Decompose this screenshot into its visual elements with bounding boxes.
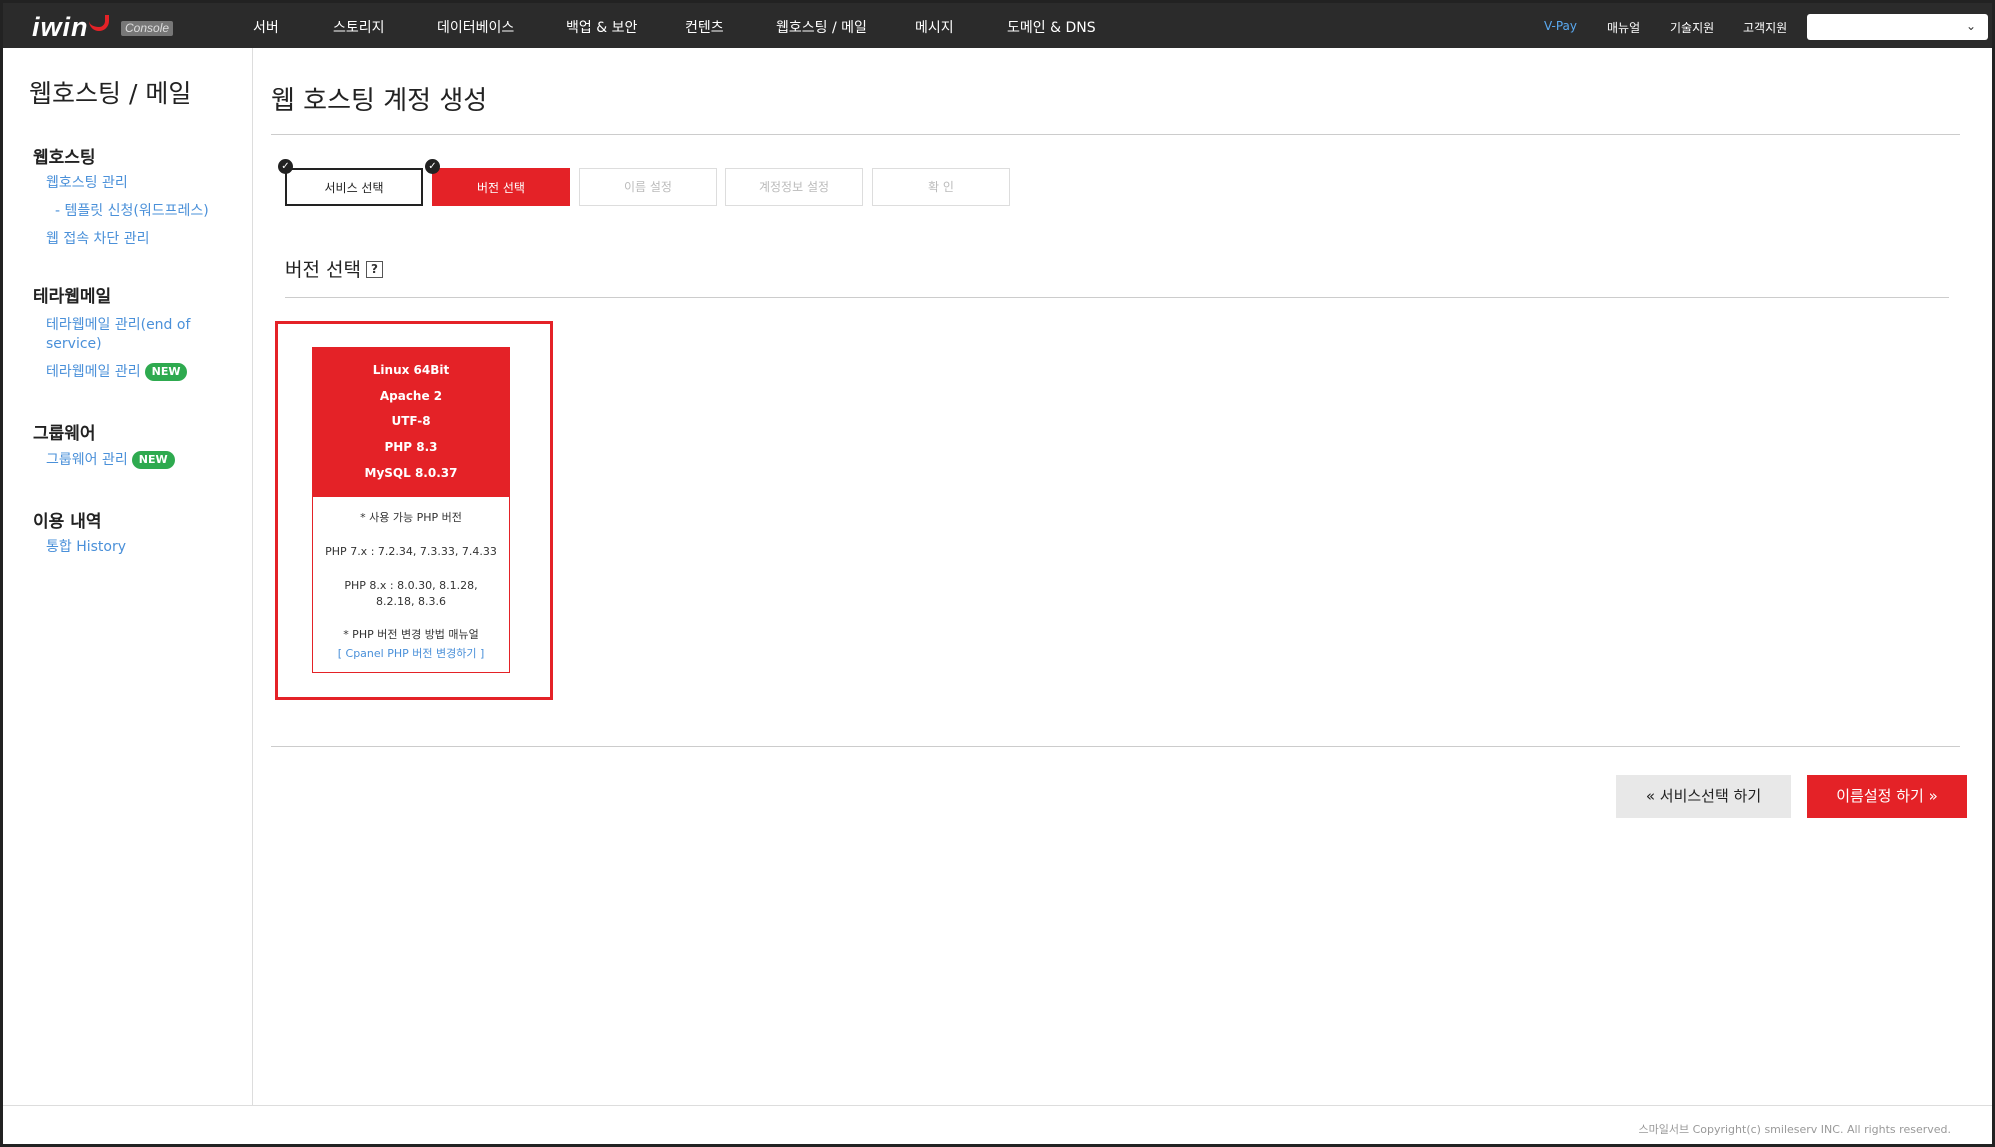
new-badge: NEW [144, 363, 188, 381]
step-confirm: 확 인 [872, 168, 1010, 206]
divider [285, 297, 1949, 298]
sidebar-item-label: 그룹웨어 관리 [46, 452, 128, 468]
available-php-label: * 사용 가능 PHP 버전 [360, 511, 462, 524]
sidebar-item-label: 테라웹메일 관리 [46, 364, 141, 380]
sidebar-heading-terawebmail: 테라웹메일 [33, 287, 112, 307]
sidebar-heading-webhosting: 웹호스팅 [33, 148, 96, 168]
divider [271, 134, 1960, 135]
next-step-button[interactable]: 이름설정 하기 » [1807, 775, 1967, 818]
util-customer-support[interactable]: 고객지원 [1743, 19, 1787, 36]
nav-message[interactable]: 메시지 [915, 17, 954, 37]
php8-versions-cont: 8.2.18, 8.3.6 [376, 595, 446, 608]
sidebar-item-web-access-block[interactable]: 웹 접속 차단 관리 [46, 230, 150, 249]
sidebar-title: 웹호스팅 / 메일 [29, 79, 192, 108]
spec-mysql: MySQL 8.0.37 [364, 466, 458, 480]
sidebar-item-terawebmail-new[interactable]: 테라웹메일 관리 NEW [46, 363, 188, 382]
spec-webserver: Apache 2 [379, 389, 443, 403]
step-service-select[interactable]: 서비스 선택 [285, 168, 423, 206]
sidebar-item-terawebmail-eos[interactable]: 테라웹메일 관리(end of [46, 316, 190, 335]
iwin-logo[interactable]: iwin [32, 12, 89, 43]
nav-server[interactable]: 서버 [253, 17, 279, 37]
sidebar-item-webhosting-manage[interactable]: 웹호스팅 관리 [46, 174, 128, 193]
logo-swoosh-icon [89, 15, 109, 31]
util-vpay[interactable]: V-Pay [1544, 19, 1577, 33]
sidebar-heading-usage: 이용 내역 [33, 512, 102, 532]
sidebar-item-groupware[interactable]: 그룹웨어 관리 NEW [46, 451, 175, 470]
php8-versions: PHP 8.x : 8.0.30, 8.1.28, [344, 579, 478, 592]
chevron-down-icon: ⌄ [1965, 19, 1976, 33]
util-tech-support[interactable]: 기술지원 [1670, 19, 1714, 36]
nav-database[interactable]: 데이터베이스 [437, 17, 514, 37]
card-spec-panel: Linux 64Bit Apache 2 UTF-8 PHP 8.3 MySQL… [313, 348, 509, 497]
help-icon[interactable]: ? [366, 261, 383, 278]
manual-label: * PHP 버전 변경 방법 매뉴얼 [343, 628, 479, 641]
util-manual[interactable]: 매뉴얼 [1607, 19, 1640, 36]
sidebar-item-history[interactable]: 통합 History [46, 538, 126, 557]
nav-domain-dns[interactable]: 도메인 & DNS [1007, 17, 1096, 37]
prev-step-button[interactable]: « 서비스선택 하기 [1616, 775, 1791, 818]
version-option-card[interactable]: Linux 64Bit Apache 2 UTF-8 PHP 8.3 MySQL… [312, 347, 510, 673]
console-badge: Console [121, 21, 174, 36]
php7-versions: PHP 7.x : 7.2.34, 7.3.33, 7.4.33 [325, 545, 497, 558]
top-nav-bar: iwin Console 서버 스토리지 데이터베이스 백업 & 보안 컨텐츠 … [3, 3, 1992, 48]
sidebar-item-template-wordpress[interactable]: - 템플릿 신청(워드프레스) [55, 202, 209, 221]
check-icon: ✓ [278, 159, 293, 174]
spec-php: PHP 8.3 [384, 440, 438, 454]
nav-contents[interactable]: 컨텐츠 [685, 17, 724, 37]
cpanel-php-manual-link[interactable]: [ Cpanel PHP 버전 변경하기 ] [313, 645, 509, 661]
spec-charset: UTF-8 [391, 414, 431, 428]
account-select[interactable]: ⌄ [1807, 14, 1988, 40]
new-badge: NEW [131, 451, 175, 469]
nav-webhosting-mail[interactable]: 웹호스팅 / 메일 [776, 17, 867, 37]
check-icon: ✓ [425, 159, 440, 174]
footer-divider [3, 1105, 1992, 1106]
section-title: 버전 선택 [285, 259, 361, 281]
page-title: 웹 호스팅 계정 생성 [271, 86, 488, 116]
step-name-setting: 이름 설정 [579, 168, 717, 206]
sidebar: 웹호스팅 / 메일 웹호스팅 웹호스팅 관리 - 템플릿 신청(워드프레스) 웹… [3, 48, 253, 1105]
nav-storage[interactable]: 스토리지 [333, 17, 385, 37]
step-version-select[interactable]: 버전 선택 [432, 168, 570, 206]
copyright-text: 스마일서브 Copyright(c) smileserv INC. All ri… [1638, 1123, 1951, 1136]
sidebar-item-terawebmail-eos-cont[interactable]: service) [46, 335, 102, 354]
divider [271, 746, 1960, 747]
sidebar-heading-groupware: 그룹웨어 [33, 424, 96, 444]
nav-backup-security[interactable]: 백업 & 보안 [566, 17, 637, 37]
step-account-info: 계정정보 설정 [725, 168, 863, 206]
spec-os: Linux 64Bit [372, 363, 450, 377]
